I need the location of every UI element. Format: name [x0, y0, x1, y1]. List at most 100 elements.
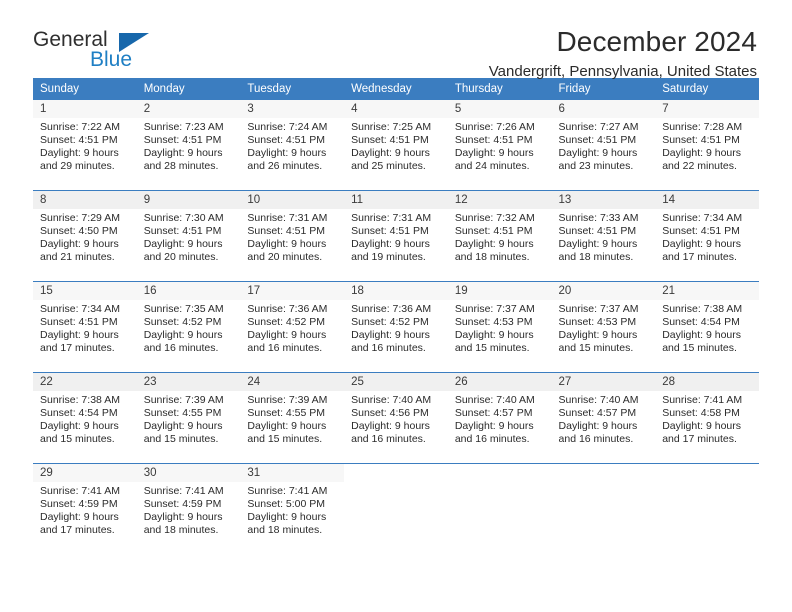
calendar-day[interactable]: 3 Sunrise: 7:24 AM Sunset: 4:51 PM Daylight… — [240, 100, 345, 190]
calendar-day[interactable]: 16 Sunrise: 7:35 AM Sunset: 4:52 PM Dayligh… — [136, 282, 241, 372]
calendar-day[interactable]: 29 Sunrise: 7:41 AM Sunset: 4:59 PM Dayligh… — [33, 464, 137, 554]
day-detail-daylight-line1: Daylight: 9 hours — [662, 329, 742, 342]
weekday-header-wednesday: Wednesday — [344, 78, 448, 100]
day-detail-sunset: Sunset: 4:51 PM — [40, 134, 118, 147]
calendar-day[interactable]: 17 Sunrise: 7:36 AM Sunset: 4:52 PM Dayligh… — [240, 282, 345, 372]
day-detail-sunset: Sunset: 4:58 PM — [662, 407, 740, 420]
calendar-day[interactable]: 30 Sunrise: 7:41 AM Sunset: 4:59 PM Dayligh… — [136, 464, 241, 554]
calendar-cell: 7 Sunrise: 7:28 AM Sunset: 4:51 PM Daylight… — [655, 100, 759, 191]
day-details: Sunrise: 7:38 AM Sunset: 4:54 PM Daylight:… — [33, 391, 137, 446]
day-detail-daylight-line1: Daylight: 9 hours — [143, 511, 223, 524]
day-detail-sunset: Sunset: 4:59 PM — [40, 498, 118, 511]
calendar-cell: 26 Sunrise: 7:40 AM Sunset: 4:57 PM Dayligh… — [447, 372, 552, 464]
day-detail-daylight-line1: Daylight: 9 hours — [558, 329, 638, 342]
calendar-cell: 2 Sunrise: 7:23 AM Sunset: 4:51 PM Daylight… — [136, 100, 241, 191]
day-number: 3 — [240, 100, 345, 118]
day-details — [552, 482, 656, 485]
calendar-week-row: 8 Sunrise: 7:29 AM Sunset: 4:50 PM Daylight… — [33, 190, 759, 282]
day-detail-sunrise: Sunrise: 7:41 AM — [143, 485, 224, 497]
day-detail-sunset: Sunset: 4:56 PM — [351, 407, 429, 420]
weekday-header-sunday: Sunday — [33, 78, 137, 100]
calendar-day[interactable]: 4 Sunrise: 7:25 AM Sunset: 4:51 PM Daylight… — [344, 100, 448, 190]
general-blue-logo[interactable]: General Blue — [33, 27, 163, 79]
day-number: 17 — [240, 282, 345, 300]
day-details: Sunrise: 7:40 AM Sunset: 4:57 PM Daylight:… — [552, 391, 656, 446]
day-number: 22 — [33, 373, 137, 391]
day-detail-sunset: Sunset: 4:51 PM — [351, 134, 429, 147]
day-number: 8 — [33, 191, 137, 209]
page-title: December 2024 — [556, 26, 757, 57]
day-details: Sunrise: 7:39 AM Sunset: 4:55 PM Daylight:… — [240, 391, 344, 446]
calendar-header-row: Sunday Monday Tuesday Wednesday Thursday… — [33, 78, 759, 100]
calendar-day[interactable]: 15 Sunrise: 7:34 AM Sunset: 4:51 PM Dayligh… — [33, 282, 137, 372]
calendar-day[interactable]: 20 Sunrise: 7:37 AM Sunset: 4:53 PM Dayligh… — [551, 282, 656, 372]
day-number — [344, 464, 448, 482]
day-detail-daylight-line2: and 17 minutes. — [662, 433, 737, 446]
day-number: 14 — [655, 191, 759, 209]
calendar-day[interactable]: 6 Sunrise: 7:27 AM Sunset: 4:51 PM Daylight… — [551, 100, 656, 190]
day-detail-daylight-line1: Daylight: 9 hours — [454, 420, 534, 433]
calendar-day[interactable]: 5 Sunrise: 7:26 AM Sunset: 4:51 PM Daylight… — [447, 100, 552, 190]
calendar-day[interactable]: 18 Sunrise: 7:36 AM Sunset: 4:52 PM Dayligh… — [344, 282, 448, 372]
calendar-day[interactable]: 21 Sunrise: 7:38 AM Sunset: 4:54 PM Dayligh… — [655, 282, 759, 372]
day-detail-sunset: Sunset: 4:51 PM — [558, 134, 637, 147]
day-detail-sunset: Sunset: 4:51 PM — [662, 225, 740, 238]
calendar-day[interactable]: 22 Sunrise: 7:38 AM Sunset: 4:54 PM Dayligh… — [33, 373, 137, 463]
day-detail-sunrise: Sunrise: 7:26 AM — [454, 121, 535, 133]
calendar-day[interactable]: 8 Sunrise: 7:29 AM Sunset: 4:50 PM Daylight… — [33, 191, 137, 281]
calendar-day[interactable]: 31 Sunrise: 7:41 AM Sunset: 5:00 PM Dayligh… — [240, 464, 345, 554]
day-details: Sunrise: 7:41 AM Sunset: 4:59 PM Daylight:… — [33, 482, 137, 537]
calendar-day[interactable]: 10 Sunrise: 7:31 AM Sunset: 4:51 PM Dayligh… — [240, 191, 345, 281]
calendar-day[interactable]: 26 Sunrise: 7:40 AM Sunset: 4:57 PM Dayligh… — [447, 373, 552, 463]
calendar-day[interactable]: 23 Sunrise: 7:39 AM Sunset: 4:55 PM Dayligh… — [136, 373, 241, 463]
calendar-day[interactable]: 12 Sunrise: 7:32 AM Sunset: 4:51 PM Dayligh… — [447, 191, 552, 281]
day-detail-sunset: Sunset: 4:52 PM — [143, 316, 222, 329]
calendar-cell: 6 Sunrise: 7:27 AM Sunset: 4:51 PM Daylight… — [551, 100, 656, 191]
calendar-day[interactable]: 13 Sunrise: 7:33 AM Sunset: 4:51 PM Dayligh… — [551, 191, 656, 281]
calendar-cell: 28 Sunrise: 7:41 AM Sunset: 4:58 PM Dayligh… — [655, 372, 759, 464]
calendar-day[interactable]: 7 Sunrise: 7:28 AM Sunset: 4:51 PM Daylight… — [655, 100, 759, 190]
logo-text-blue: Blue — [90, 48, 133, 71]
day-detail-daylight-line2: and 16 minutes. — [351, 342, 426, 355]
day-detail-daylight-line1: Daylight: 9 hours — [247, 329, 327, 342]
day-detail-daylight-line1: Daylight: 9 hours — [662, 238, 742, 251]
calendar-day[interactable]: 11 Sunrise: 7:31 AM Sunset: 4:51 PM Dayligh… — [344, 191, 448, 281]
day-detail-daylight-line1: Daylight: 9 hours — [247, 420, 327, 433]
calendar-day[interactable]: 24 Sunrise: 7:39 AM Sunset: 4:55 PM Dayligh… — [240, 373, 345, 463]
day-detail-sunrise: Sunrise: 7:31 AM — [247, 212, 328, 224]
calendar-day[interactable]: 2 Sunrise: 7:23 AM Sunset: 4:51 PM Daylight… — [136, 100, 241, 190]
day-detail-sunset: Sunset: 4:51 PM — [40, 316, 118, 329]
day-detail-daylight-line2: and 18 minutes. — [454, 251, 530, 264]
day-detail-sunrise: Sunrise: 7:31 AM — [351, 212, 432, 224]
day-detail-sunset: Sunset: 4:54 PM — [662, 316, 740, 329]
logo-text-general: General — [33, 28, 108, 51]
calendar-cell: 8 Sunrise: 7:29 AM Sunset: 4:50 PM Daylight… — [33, 190, 137, 282]
calendar-day[interactable]: 14 Sunrise: 7:34 AM Sunset: 4:51 PM Dayligh… — [655, 191, 759, 281]
day-detail-sunrise: Sunrise: 7:29 AM — [40, 212, 120, 224]
weekday-header-thursday: Thursday — [447, 78, 552, 100]
day-detail-daylight-line2: and 19 minutes. — [351, 251, 426, 264]
day-details: Sunrise: 7:36 AM Sunset: 4:52 PM Daylight:… — [240, 300, 344, 355]
day-details: Sunrise: 7:22 AM Sunset: 4:51 PM Daylight:… — [33, 118, 137, 173]
calendar-day[interactable]: 19 Sunrise: 7:37 AM Sunset: 4:53 PM Dayligh… — [447, 282, 552, 372]
day-details: Sunrise: 7:40 AM Sunset: 4:57 PM Daylight:… — [448, 391, 552, 446]
calendar-day[interactable]: 28 Sunrise: 7:41 AM Sunset: 4:58 PM Dayligh… — [655, 373, 759, 463]
calendar-day[interactable]: 1 Sunrise: 7:22 AM Sunset: 4:51 PM Daylight… — [33, 100, 137, 190]
calendar-week-row: 22 Sunrise: 7:38 AM Sunset: 4:54 PM Dayligh… — [33, 372, 759, 464]
calendar-day[interactable]: 27 Sunrise: 7:40 AM Sunset: 4:57 PM Dayligh… — [551, 373, 656, 463]
day-number — [655, 464, 759, 482]
calendar-page: General Blue December 2024 Vandergrift, … — [0, 0, 792, 612]
day-detail-sunrise: Sunrise: 7:41 AM — [40, 485, 120, 497]
calendar-cell: 27 Sunrise: 7:40 AM Sunset: 4:57 PM Dayligh… — [551, 372, 656, 464]
calendar-cell: 4 Sunrise: 7:25 AM Sunset: 4:51 PM Daylight… — [344, 100, 448, 191]
day-detail-daylight-line1: Daylight: 9 hours — [143, 238, 223, 251]
day-detail-daylight-line2: and 25 minutes. — [351, 160, 426, 173]
day-detail-daylight-line2: and 17 minutes. — [40, 524, 115, 537]
day-details: Sunrise: 7:31 AM Sunset: 4:51 PM Daylight:… — [240, 209, 344, 264]
day-detail-sunrise: Sunrise: 7:33 AM — [558, 212, 639, 224]
calendar-cell: 14 Sunrise: 7:34 AM Sunset: 4:51 PM Dayligh… — [655, 190, 759, 282]
calendar-day[interactable]: 9 Sunrise: 7:30 AM Sunset: 4:51 PM Daylight… — [136, 191, 241, 281]
weekday-header-saturday: Saturday — [655, 78, 759, 100]
page-header: General Blue December 2024 Vandergrift, … — [33, 0, 759, 80]
calendar-day[interactable]: 25 Sunrise: 7:40 AM Sunset: 4:56 PM Dayligh… — [344, 373, 448, 463]
